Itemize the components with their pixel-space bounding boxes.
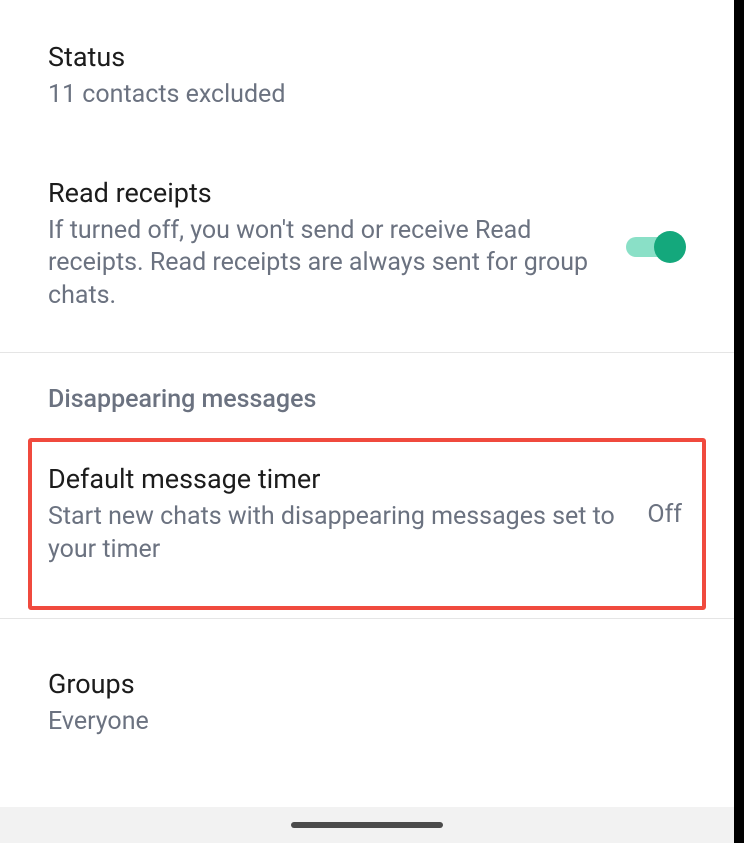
read-receipts-text-block: Read receipts If turned off, you won't s… xyxy=(48,176,626,313)
default-timer-title: Default message timer xyxy=(48,462,627,497)
status-setting[interactable]: Status 11 contacts excluded xyxy=(0,0,734,148)
default-timer-text-block: Default message timer Start new chats wi… xyxy=(48,462,647,566)
default-timer-setting[interactable]: Default message timer Start new chats wi… xyxy=(32,442,702,606)
groups-text-block: Groups Everyone xyxy=(48,667,686,739)
status-title: Status xyxy=(48,40,666,75)
status-text-block: Status 11 contacts excluded xyxy=(48,40,686,112)
bottom-bar-area xyxy=(0,807,734,843)
right-edge-frame xyxy=(734,0,744,843)
read-receipts-subtitle: If turned off, you won't send or receive… xyxy=(48,215,606,313)
default-timer-subtitle: Start new chats with disappearing messag… xyxy=(48,501,627,566)
read-receipts-title: Read receipts xyxy=(48,176,606,211)
read-receipts-setting[interactable]: Read receipts If turned off, you won't s… xyxy=(0,148,734,353)
read-receipts-toggle[interactable] xyxy=(626,231,686,263)
default-timer-value: Off xyxy=(647,500,682,529)
status-subtitle: 11 contacts excluded xyxy=(48,79,666,112)
groups-subtitle: Everyone xyxy=(48,706,666,739)
highlight-annotation: Default message timer Start new chats wi… xyxy=(28,438,706,610)
toggle-thumb xyxy=(654,231,686,263)
disappearing-section-header: Disappearing messages xyxy=(0,353,734,430)
groups-title: Groups xyxy=(48,667,666,702)
groups-setting[interactable]: Groups Everyone xyxy=(0,619,734,779)
home-indicator[interactable] xyxy=(291,822,443,828)
